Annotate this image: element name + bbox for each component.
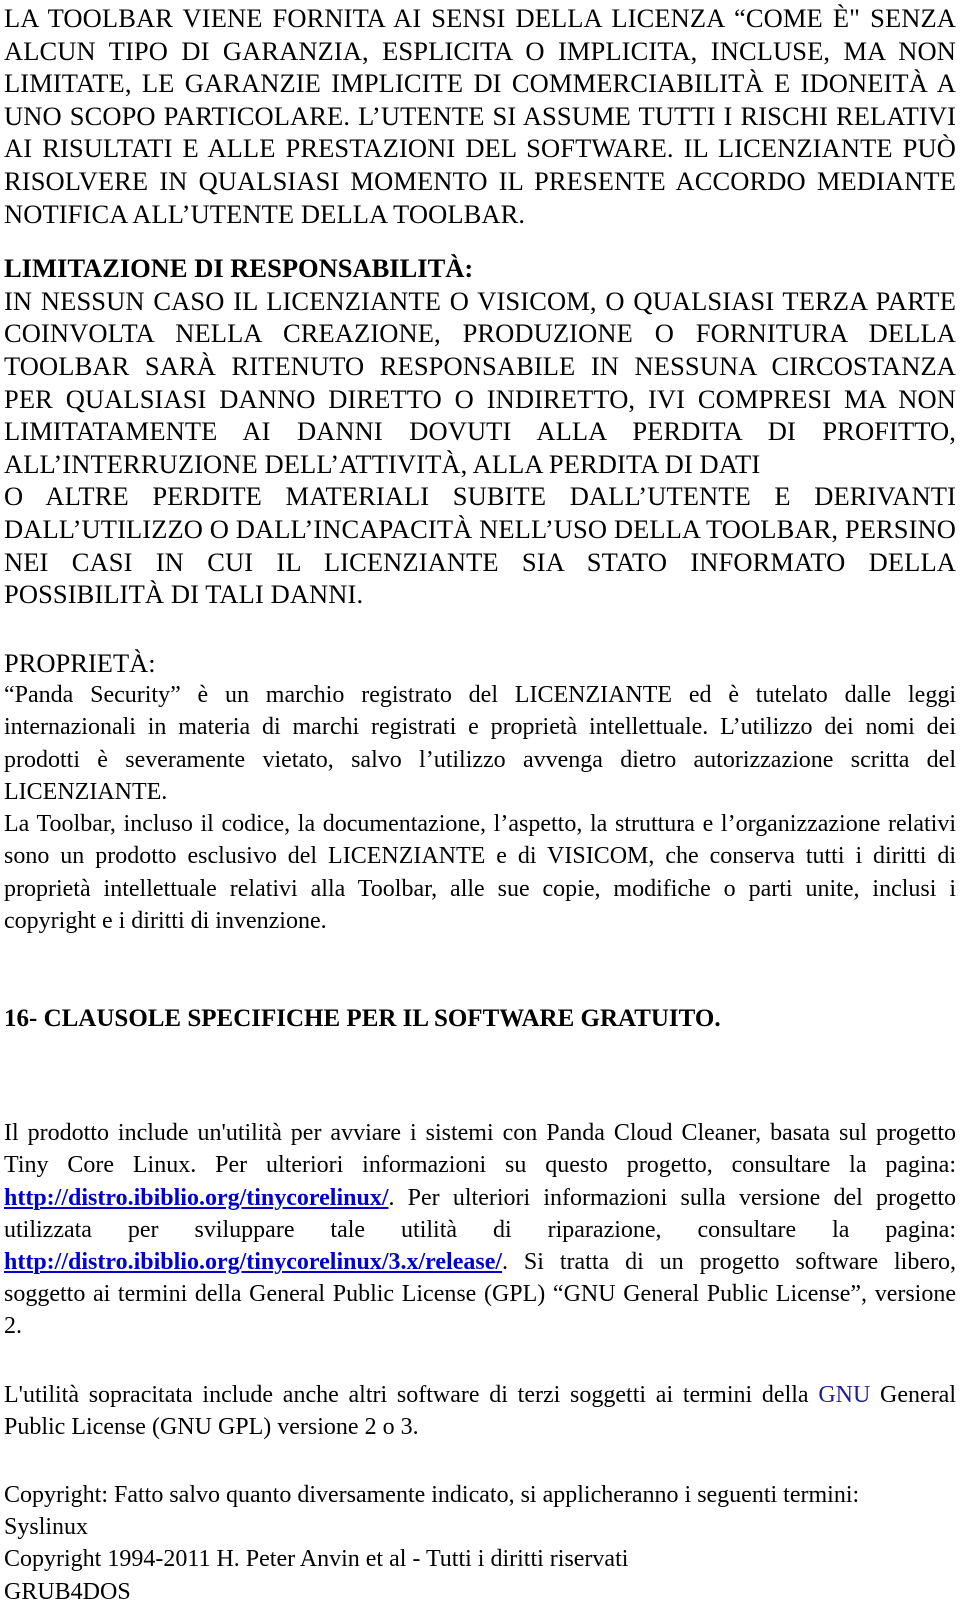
heading-property: PROPRIETÀ: — [4, 647, 156, 678]
document-page: LA TOOLBAR VIENE FORNITA AI SENSI DELLA … — [0, 0, 960, 1605]
heading-section-16: 16- CLAUSOLE SPECIFICHE PER IL SOFTWARE … — [4, 1004, 721, 1032]
document-body: LA TOOLBAR VIENE FORNITA AI SENSI DELLA … — [0, 0, 960, 1608]
text-grub4dos-name: GRUB4DOS — [4, 1578, 131, 1605]
paragraph-copyright-intro: Copyright: Fatto salvo quanto diversamen… — [4, 1481, 860, 1508]
heading-limitation-of-liability: LIMITAZIONE DI RESPONSABILITÀ: — [4, 253, 474, 284]
paragraph-third-party-software: L'utilità sopracitata include anche altr… — [4, 1379, 956, 1443]
text-syslinux-copyright: Copyright 1994-2011 H. Peter Anvin et al… — [4, 1546, 629, 1573]
paragraph-property-2: La Toolbar, incluso il codice, la docume… — [4, 811, 956, 934]
link-tinycorelinux-3x-release[interactable]: http://distro.ibiblio.org/tinycorelinux/… — [4, 1249, 502, 1275]
paragraph-warranty-disclaimer: LA TOOLBAR VIENE FORNITA AI SENSI DELLA … — [4, 3, 956, 229]
free-software-text-part1: Il prodotto include un'utilità per avvia… — [4, 1120, 956, 1179]
paragraph-liability-1: IN NESSUN CASO IL LICENZIANTE O VISICOM,… — [4, 285, 956, 479]
link-tinycorelinux[interactable]: http://distro.ibiblio.org/tinycorelinux/ — [4, 1185, 389, 1211]
third-party-text-part1: L'utilità sopracitata include anche altr… — [4, 1381, 819, 1408]
reference-gnu: GNU — [818, 1381, 871, 1408]
paragraph-property-1: “Panda Security” è un marchio registrato… — [4, 682, 956, 805]
paragraph-free-software: Il prodotto include un'utilità per avvia… — [4, 1117, 956, 1342]
paragraph-liability-2: O ALTRE PERDITE MATERIALI SUBITE DALL’UT… — [4, 481, 956, 610]
